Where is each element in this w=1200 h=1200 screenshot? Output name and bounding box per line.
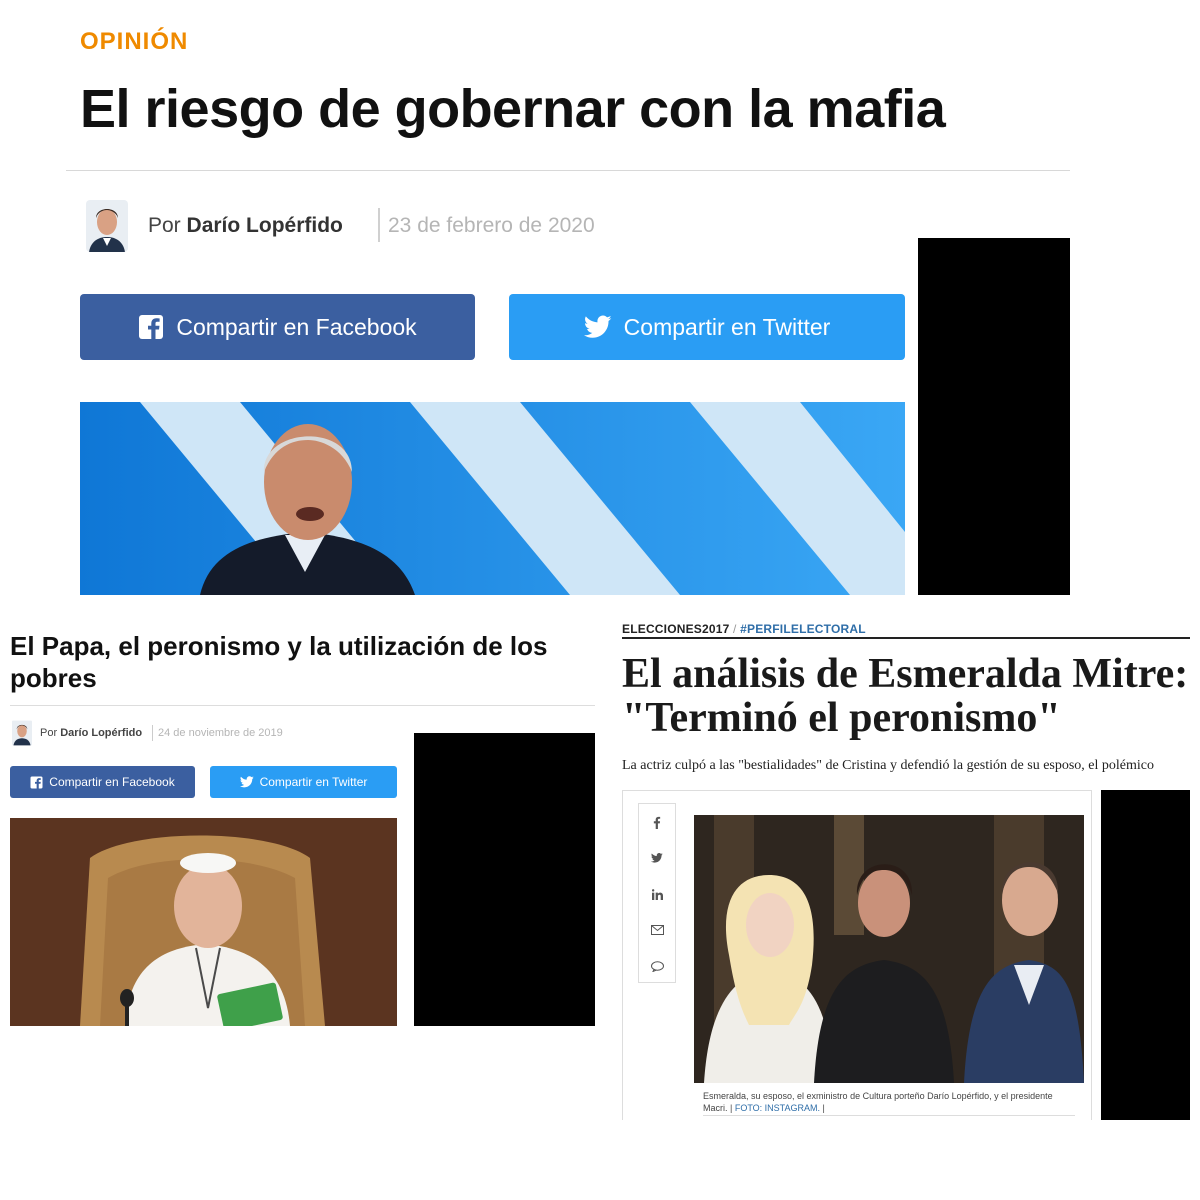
share-twitter-label: Compartir en Twitter [259,775,368,789]
facebook-icon [138,314,164,340]
kicker: ELECCIONES2017 / #PERFILELECTORAL [622,622,866,636]
caption-separator: | [727,1103,735,1113]
article-title: El análisis de Esmeralda Mitre: "Terminó… [622,651,1189,741]
byline-divider [152,725,153,741]
photo-caption: Esmeralda, su esposo, el exministro de C… [703,1090,1075,1114]
share-rail [638,803,676,983]
article-subtitle: La actriz culpó a las "bestialidades" de… [622,758,1154,773]
caption-end: | [820,1103,825,1113]
author-avatar[interactable] [86,200,128,252]
photo-credit: FOTO: INSTAGRAM. [734,1103,821,1113]
header-divider [10,705,595,706]
article-photo [694,815,1084,1083]
share-facebook-label: Compartir en Facebook [176,313,417,340]
facebook-icon [30,776,43,789]
share-twitter-label: Compartir en Twitter [623,313,831,340]
author-link[interactable]: Darío Lopérfido [187,214,343,237]
share-facebook-button[interactable]: Compartir en Facebook [80,294,475,360]
section-label[interactable]: OPINIÓN [80,28,188,56]
publish-date: 24 de noviembre de 2019 [158,727,283,739]
redaction-block [918,238,1070,595]
facebook-icon[interactable] [639,804,675,840]
share-twitter-button[interactable]: Compartir en Twitter [509,294,905,360]
article-title: El Papa, el peronismo y la utilización d… [10,631,548,693]
article-title: El riesgo de gobernar con la mafia [80,79,946,139]
share-twitter-button[interactable]: Compartir en Twitter [210,766,397,798]
kicker-separator: / [729,622,741,636]
caption-divider [703,1115,1075,1116]
kicker-section[interactable]: ELECCIONES2017 [622,622,730,636]
linkedin-icon[interactable] [639,876,675,912]
byline-prefix: Por [148,214,181,237]
header-divider [66,170,1070,171]
publish-date: 23 de febrero de 2020 [388,214,595,237]
byline: Por Darío Lopérfido [148,214,343,238]
mail-icon[interactable] [639,912,675,948]
share-facebook-label: Compartir en Facebook [49,775,175,789]
twitter-icon [583,315,612,339]
author-link[interactable]: Darío Lopérfido [60,727,142,739]
byline-divider [378,208,380,242]
author-avatar[interactable] [12,720,32,746]
redaction-block [1101,790,1190,1120]
kicker-tag[interactable]: #PERFILELECTORAL [740,622,866,636]
comment-icon[interactable] [639,948,675,984]
article-image [10,818,397,1026]
share-facebook-button[interactable]: Compartir en Facebook [10,766,195,798]
article-hero-image [80,402,905,595]
twitter-icon [239,776,254,788]
byline: Por Darío Lopérfido [40,727,142,739]
twitter-icon[interactable] [639,840,675,876]
kicker-rule [622,637,1190,639]
redaction-block [414,733,595,1026]
byline-prefix: Por [40,727,58,739]
